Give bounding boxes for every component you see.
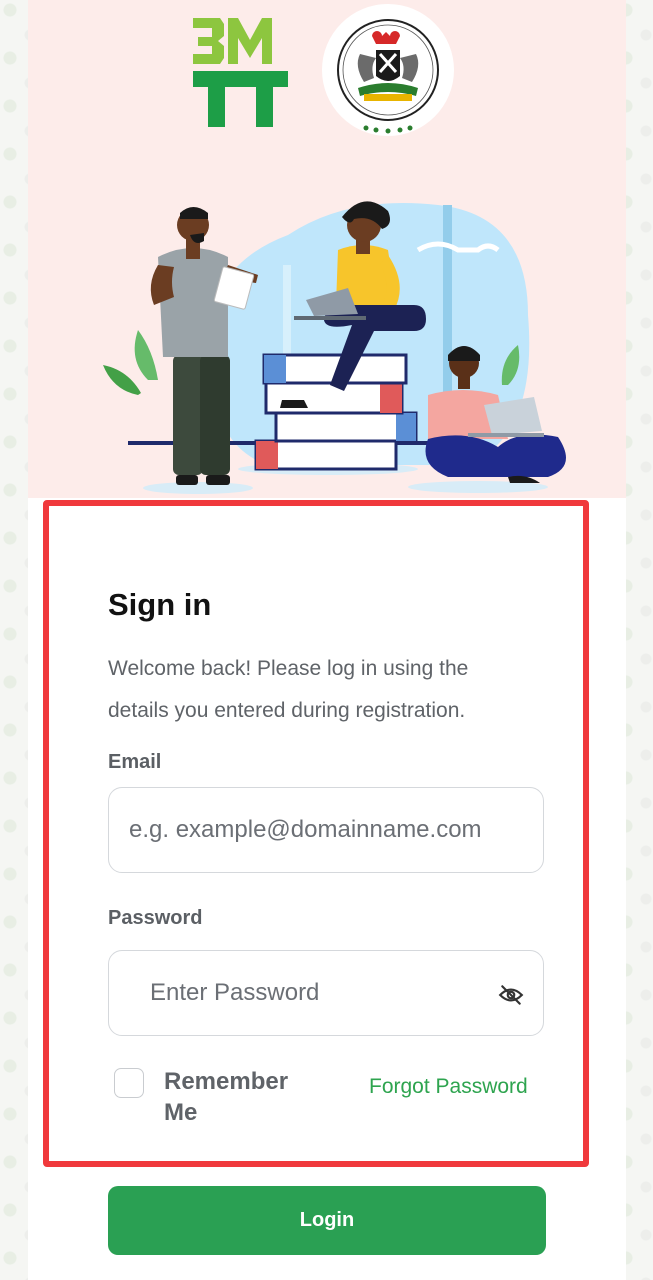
email-label: Email (108, 751, 162, 773)
login-card: Sign in Welcome back! Please log in usin… (28, 0, 626, 1280)
hero-banner (28, 0, 626, 498)
welcome-message: Welcome back! Please log in using the de… (108, 657, 469, 722)
students-illustration (103, 201, 566, 494)
eye-off-icon[interactable] (498, 982, 524, 1008)
password-field[interactable] (108, 950, 544, 1036)
forgot-password-link[interactable]: Forgot Password (369, 1075, 528, 1099)
login-button[interactable]: Login (108, 1186, 546, 1255)
email-field[interactable] (108, 787, 544, 873)
coat-of-arms-seal (322, 4, 454, 136)
password-label: Password (108, 907, 203, 929)
page-title: Sign in (108, 587, 212, 622)
3mtt-logo (193, 18, 288, 127)
remember-me-checkbox[interactable] (114, 1068, 144, 1098)
remember-me-label[interactable]: Remember Me (164, 1066, 314, 1128)
